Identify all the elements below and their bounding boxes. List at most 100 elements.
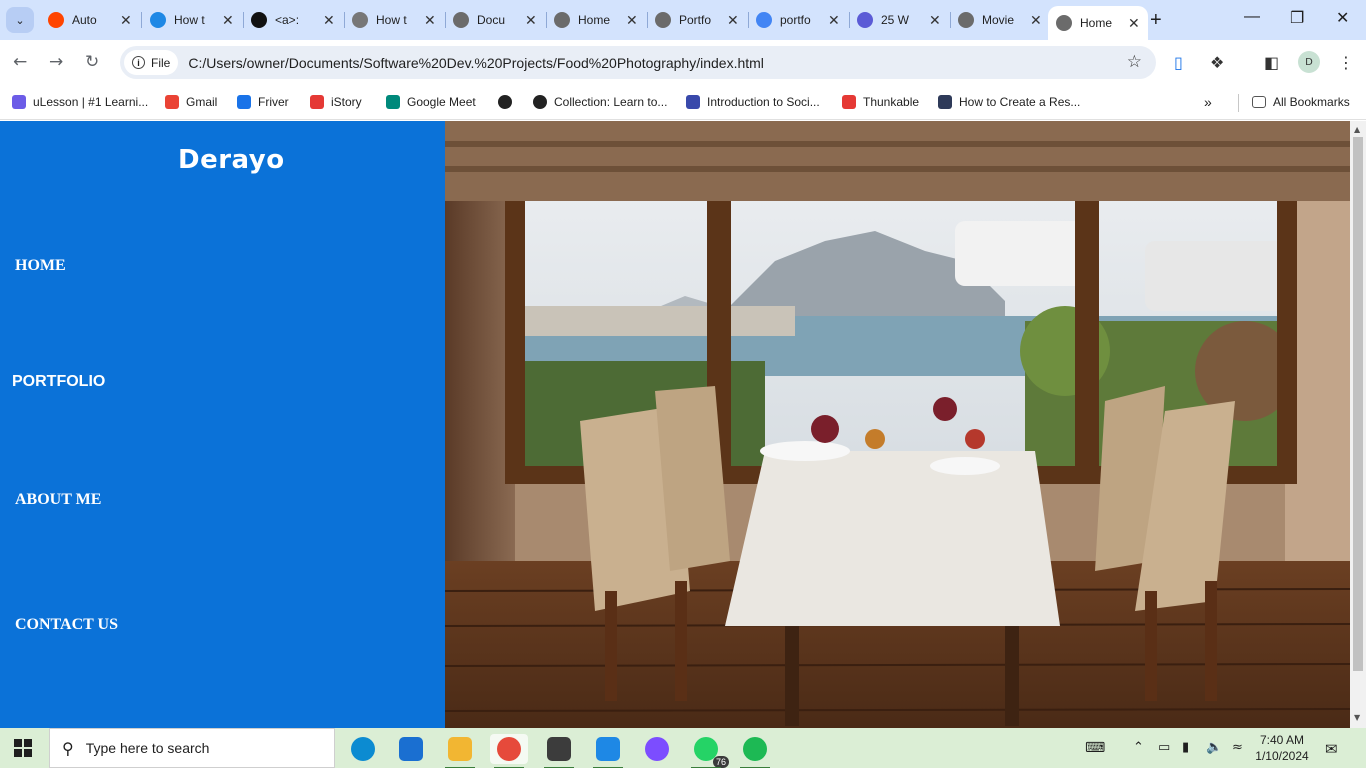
reading-list-icon[interactable]: ▯ <box>1174 53 1183 72</box>
browser-tab[interactable]: Portfo ✕ <box>647 6 749 34</box>
url-text[interactable]: C:/Users/owner/Documents/Software%20Dev.… <box>188 55 764 71</box>
scroll-up-arrow-icon[interactable]: ▲ <box>1354 125 1360 134</box>
store-icon <box>399 737 423 761</box>
extensions-icon[interactable]: ❖ <box>1210 53 1224 72</box>
volume-icon[interactable]: 🔈 <box>1206 740 1222 755</box>
taskbar-search-box[interactable]: ⚲ Type here to search <box>49 728 335 768</box>
all-bookmarks-button[interactable]: All Bookmarks <box>1252 92 1350 112</box>
bookmark-item[interactable]: iStory <box>310 92 362 112</box>
address-bar[interactable]: i File C:/Users/owner/Documents/Software… <box>120 46 1156 79</box>
bookmark-divider <box>1238 94 1239 112</box>
show-hidden-icons-chevron-icon[interactable]: ⌃ <box>1133 740 1144 755</box>
bookmark-item[interactable]: Google Meet <box>386 92 476 112</box>
close-tab-icon[interactable]: ✕ <box>929 12 941 29</box>
browser-tab[interactable]: 25 W ✕ <box>849 6 951 34</box>
site-info-chip[interactable]: i File <box>124 50 179 75</box>
browser-tab[interactable]: <a>: ✕ <box>243 6 345 34</box>
browser-tab[interactable]: How t ✕ <box>142 6 244 34</box>
taskbar-app[interactable] <box>392 734 430 764</box>
taskbar-app[interactable] <box>638 734 676 764</box>
bookmark-label: Gmail <box>186 95 218 109</box>
browser-tab[interactable]: Home ✕ <box>546 6 648 34</box>
nav-portfolio[interactable]: PORTFOLIO <box>12 373 105 391</box>
device-icon[interactable]: ▭ <box>1158 740 1170 755</box>
taskbar-app[interactable] <box>736 734 774 768</box>
chrome-icon <box>497 737 521 761</box>
browser-tab[interactable]: Auto ✕ <box>40 6 142 34</box>
close-window-button[interactable]: ✕ <box>1336 8 1349 28</box>
bookmark-item[interactable]: Friver <box>237 92 289 112</box>
close-tab-icon[interactable]: ✕ <box>525 12 537 29</box>
close-tab-icon[interactable]: ✕ <box>120 12 132 29</box>
wifi-icon[interactable]: ≈ <box>1232 740 1243 755</box>
canva-icon <box>645 737 669 761</box>
close-tab-icon[interactable]: ✕ <box>1030 12 1042 29</box>
bookmark-label: Introduction to Soci... <box>707 95 820 109</box>
reload-button[interactable]: ↻ <box>85 52 99 72</box>
scrollbar-thumb[interactable] <box>1353 137 1363 671</box>
bookmark-star-icon[interactable]: ☆ <box>1127 52 1142 72</box>
tab-title: Portfo <box>679 13 712 27</box>
taskbar-app[interactable] <box>540 734 578 768</box>
taskbar-app[interactable] <box>589 734 627 768</box>
page-icon <box>150 12 166 28</box>
notifications-icon[interactable]: ✉ <box>1325 740 1338 758</box>
file-label: File <box>151 55 171 70</box>
tab-title: Home <box>578 13 611 27</box>
bookmark-item[interactable]: uLesson | #1 Learni... <box>12 92 148 112</box>
tab-title: How t <box>376 13 407 27</box>
restore-button[interactable]: ❐ <box>1290 8 1304 28</box>
nav-about-me[interactable]: ABOUT ME <box>15 491 101 509</box>
menu-dots-icon[interactable]: ⋮ <box>1338 53 1354 72</box>
new-tab-button[interactable]: + <box>1150 9 1162 32</box>
browser-tab[interactable]: Movie ✕ <box>950 6 1050 34</box>
site-brand[interactable]: Derayo <box>178 145 285 175</box>
globe-icon <box>958 12 974 28</box>
notification-badge: 76 <box>712 756 729 768</box>
nav-home[interactable]: HOME <box>15 257 66 275</box>
bookmark-item[interactable]: Thunkable <box>842 92 919 112</box>
taskbar-app[interactable] <box>490 734 528 768</box>
taskbar-clock[interactable]: 7:40 AM 1/10/2024 <box>1252 732 1312 764</box>
battery-icon[interactable]: ▮ <box>1182 740 1189 755</box>
close-tab-icon[interactable]: ✕ <box>323 12 335 29</box>
globe-icon <box>554 12 570 28</box>
browser-tab[interactable]: How t ✕ <box>344 6 446 34</box>
taskbar-app[interactable] <box>441 734 479 768</box>
close-tab-icon[interactable]: ✕ <box>727 12 739 29</box>
globe-icon <box>655 12 671 28</box>
hashnode-icon <box>857 12 873 28</box>
reddit-icon <box>48 12 64 28</box>
scroll-down-arrow-icon[interactable]: ▼ <box>1354 713 1360 722</box>
hero-restaurant-image <box>445 121 1350 728</box>
browser-tab[interactable]: Home ✕ <box>1048 6 1148 40</box>
minimize-button[interactable]: — <box>1244 8 1260 26</box>
bookmark-item[interactable]: How to Create a Res... <box>938 92 1080 112</box>
close-tab-icon[interactable]: ✕ <box>1128 15 1140 32</box>
tab-search-button[interactable]: ⌄ <box>6 7 34 33</box>
browser-tab[interactable]: portfo ✕ <box>748 6 850 34</box>
nav-contact-us[interactable]: CONTACT US <box>15 616 118 634</box>
bookmark-item[interactable]: Introduction to Soci... <box>686 92 820 112</box>
bookmark-label: Thunkable <box>863 95 920 109</box>
close-tab-icon[interactable]: ✕ <box>222 12 234 29</box>
bookmark-item[interactable]: Collection: Learn to... <box>533 92 667 112</box>
page-scrollbar[interactable]: ▲ ▼ <box>1350 121 1366 728</box>
forward-button[interactable]: → <box>49 52 63 72</box>
bookmark-item[interactable]: Gmail <box>165 92 217 112</box>
browser-tab[interactable]: Docu ✕ <box>445 6 547 34</box>
close-tab-icon[interactable]: ✕ <box>424 12 436 29</box>
keyboard-icon[interactable]: ⌨ <box>1085 740 1105 756</box>
ulesson-icon <box>12 95 26 109</box>
close-tab-icon[interactable]: ✕ <box>828 12 840 29</box>
profile-avatar[interactable]: D <box>1298 51 1320 73</box>
taskbar-app[interactable] <box>344 734 382 764</box>
bookmark-item[interactable] <box>498 92 519 112</box>
windows-start-icon[interactable] <box>14 739 32 757</box>
close-tab-icon[interactable]: ✕ <box>626 12 638 29</box>
side-panel-icon[interactable]: ◧ <box>1264 53 1279 72</box>
tab-strip: ⌄ Auto ✕ How t ✕ <a>: ✕ How t ✕ Docu ✕ Home ✕ Portfo… <box>0 0 1366 40</box>
taskbar-app[interactable]: 76 <box>687 734 729 768</box>
more-bookmarks-chevron-icon[interactable]: » <box>1204 92 1212 112</box>
back-button[interactable]: ← <box>13 52 27 72</box>
